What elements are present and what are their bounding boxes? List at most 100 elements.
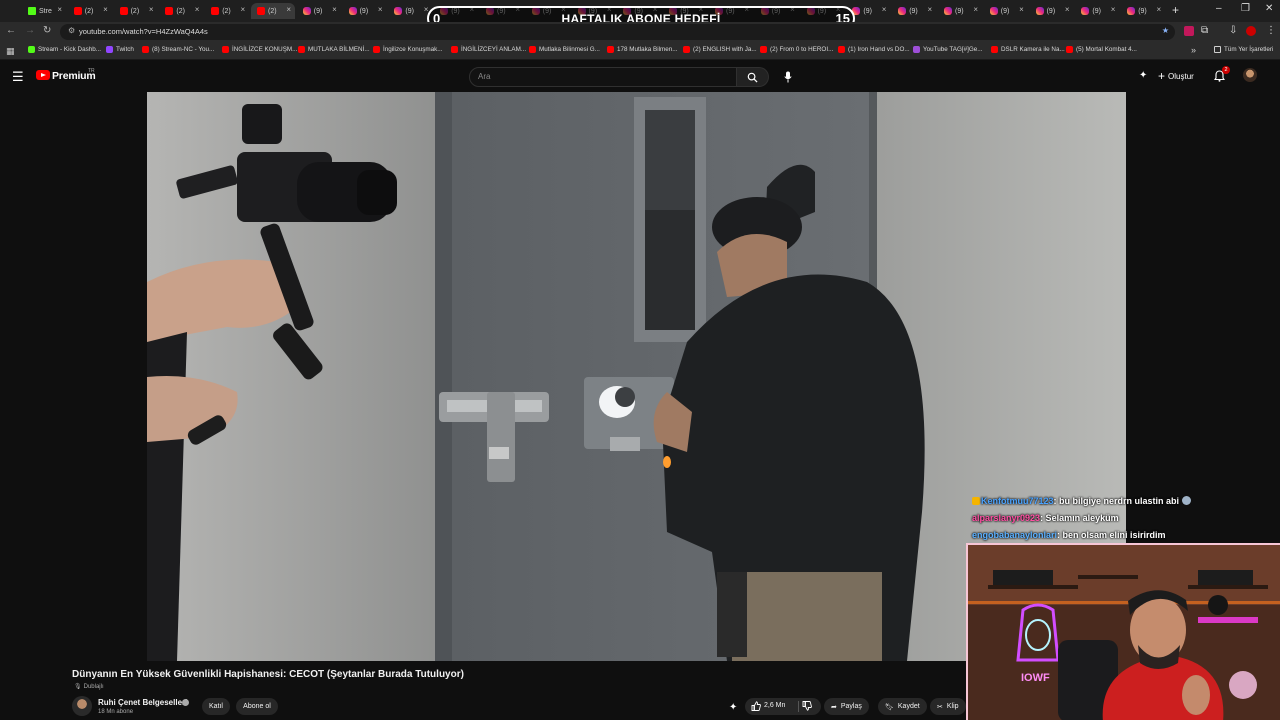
browser-tab[interactable]: (2) × (114, 3, 158, 19)
browser-tab[interactable]: (2) × (251, 3, 295, 19)
bookmarks-overflow-icon[interactable]: » (1191, 45, 1196, 55)
bookmark-item[interactable]: DSLR Kamera ile Na... (991, 46, 1065, 53)
browser-tab[interactable]: (9)× (892, 3, 936, 19)
browser-tab[interactable]: (9)× (1030, 3, 1074, 19)
voice-search-button[interactable] (778, 67, 798, 87)
create-button[interactable]: + Oluştur (1158, 69, 1194, 83)
site-info-icon[interactable]: ⚙ (68, 26, 75, 35)
bookmark-item[interactable]: Mutlaka Bilinmesi G... (529, 46, 600, 53)
browser-tab[interactable]: (2) × (68, 3, 112, 19)
new-tab-icon[interactable]: + (1172, 3, 1179, 17)
bookmark-item[interactable]: YouTube TAG[#]Ge... (913, 46, 983, 53)
close-tab-icon[interactable]: × (1111, 5, 1116, 14)
hamburger-menu-icon[interactable]: ☰ (12, 69, 24, 85)
maximize-icon[interactable]: ❐ (1241, 3, 1250, 14)
scissors-icon: ✂ (937, 703, 943, 711)
bookmark-label: İngilizce Konuşmak... (383, 46, 443, 53)
channel-name[interactable]: Ruhi Çenet Belgeselleri (98, 698, 187, 707)
bookmark-star-icon[interactable]: ★ (1162, 26, 1169, 35)
channel-avatar[interactable] (72, 696, 92, 716)
bookmark-item[interactable]: (8) Stream-NC - You... (142, 46, 214, 53)
close-tab-icon[interactable]: × (286, 5, 291, 14)
instagram-icon (348, 7, 357, 15)
profile-icon[interactable] (1246, 26, 1256, 36)
join-button[interactable]: Katıl (202, 698, 230, 715)
bookmark-label: Mutlaka Bilinmesi G... (539, 46, 600, 53)
search-button[interactable] (737, 67, 769, 87)
bookmark-item[interactable]: (2) From 0 to HEROI... (760, 46, 833, 53)
bookmark-item[interactable]: (2) ENGLISH with Ja... (683, 46, 757, 53)
browser-menu-icon[interactable]: ⋮ (1266, 25, 1276, 36)
bookmark-item[interactable]: 178 Mutlaka Bilmen... (607, 46, 678, 53)
youtube-icon (165, 7, 174, 15)
browser-tab[interactable]: (2) × (205, 3, 249, 19)
browser-tab[interactable]: (9) × (938, 3, 982, 19)
close-tab-icon[interactable]: × (1065, 5, 1070, 14)
close-tab-icon[interactable]: × (378, 5, 383, 14)
close-tab-icon[interactable]: × (928, 5, 933, 14)
tab-label: (2) (130, 7, 140, 15)
close-tab-icon[interactable]: × (1157, 5, 1162, 14)
back-icon[interactable]: ← (6, 25, 16, 36)
dislike-icon[interactable] (802, 701, 812, 711)
bookmark-item[interactable]: (5) Mortal Kombat 4... (1066, 46, 1137, 53)
bookmark-item[interactable]: İNGİLİZCEYİ ANLAM... (451, 46, 526, 53)
youtube-logo-icon[interactable] (36, 70, 50, 80)
close-tab-icon[interactable]: × (103, 5, 108, 14)
like-icon[interactable] (751, 701, 761, 711)
tab-label: (9) (955, 7, 964, 15)
other-favicon-icon (913, 46, 920, 53)
bookmark-item[interactable]: Twitch (106, 46, 134, 53)
browser-tab[interactable]: (9)× (1075, 3, 1119, 19)
close-window-icon[interactable]: ✕ (1265, 3, 1273, 14)
bookmark-item[interactable]: (1) Iron Hand vs DO... (838, 46, 910, 53)
close-tab-icon[interactable]: × (882, 5, 887, 14)
close-tab-icon[interactable]: × (57, 5, 62, 14)
create-label: Oluştur (1168, 71, 1194, 81)
close-tab-icon[interactable]: × (973, 5, 978, 14)
share-label: Paylaş (840, 703, 862, 710)
save-button[interactable]: 🔖︎ Kaydet (878, 698, 927, 715)
close-tab-icon[interactable]: × (195, 5, 200, 14)
forward-icon[interactable]: → (25, 25, 35, 36)
address-bar[interactable]: ⚙ youtube.com/watch?v=H4ZzWaQ4A4s ★ (60, 24, 1175, 40)
like-count[interactable]: 2,6 Mn (764, 702, 785, 709)
apps-grid-icon[interactable]: ▦ (6, 46, 15, 57)
search-box[interactable] (469, 67, 737, 87)
bookmark-label: (8) Stream-NC - You... (152, 46, 215, 53)
browser-tab[interactable]: (9)× (984, 3, 1028, 19)
browser-tab[interactable]: Stre × (22, 3, 66, 19)
browser-tab[interactable]: (9)× (1121, 3, 1165, 19)
clip-button[interactable]: ✂ Klip (930, 698, 966, 715)
search-input[interactable] (478, 72, 718, 81)
close-tab-icon[interactable]: × (149, 5, 154, 14)
browser-tab[interactable]: (9)× (343, 3, 387, 19)
youtube-masthead: ☰ Premium TR ✦ + Oluştur 2 (0, 60, 1280, 92)
minimize-icon[interactable]: – (1216, 3, 1222, 14)
bookmark-label: (1) Iron Hand vs DO... (848, 46, 910, 53)
tab-label: (2) (268, 7, 277, 15)
ask-ai-sparkle-icon[interactable]: ✦ (729, 702, 737, 713)
avatar[interactable] (1243, 68, 1257, 82)
close-tab-icon[interactable]: × (241, 5, 246, 14)
bookmark-item[interactable]: Stream - Kick Dashb... (28, 46, 101, 53)
bookmark-item[interactable]: MUTLAKA BİLMENİ... (298, 46, 370, 53)
browser-tab[interactable]: (2) × (159, 3, 203, 19)
download-icon[interactable]: ⇩ (1229, 25, 1237, 36)
clip-label: Klip (946, 703, 959, 710)
address-bar-url[interactable]: youtube.com/watch?v=H4ZzWaQ4A4s (79, 27, 208, 36)
subscribe-button[interactable]: Abone ol (236, 698, 278, 715)
extension-icon[interactable] (1184, 26, 1194, 36)
share-button[interactable]: ➦ Paylaş (824, 698, 869, 715)
extensions-puzzle-icon[interactable]: ⧉ (1201, 25, 1208, 36)
browser-tab[interactable]: (9)× (388, 3, 432, 19)
bookmark-item[interactable]: İNGİLİZCE KONUŞM... (222, 46, 297, 53)
browser-tab[interactable]: (9)× (297, 3, 341, 19)
reload-icon[interactable]: ↻ (43, 25, 51, 36)
all-bookmarks-folder[interactable]: Tüm Yer İşaretleri (1214, 46, 1273, 53)
bookmark-item[interactable]: İngilizce Konuşmak... (373, 46, 443, 53)
close-tab-icon[interactable]: × (332, 5, 337, 14)
tab-label: (2) (222, 7, 231, 15)
close-tab-icon[interactable]: × (1019, 5, 1024, 14)
sparkle-icon[interactable]: ✦ (1139, 70, 1147, 81)
